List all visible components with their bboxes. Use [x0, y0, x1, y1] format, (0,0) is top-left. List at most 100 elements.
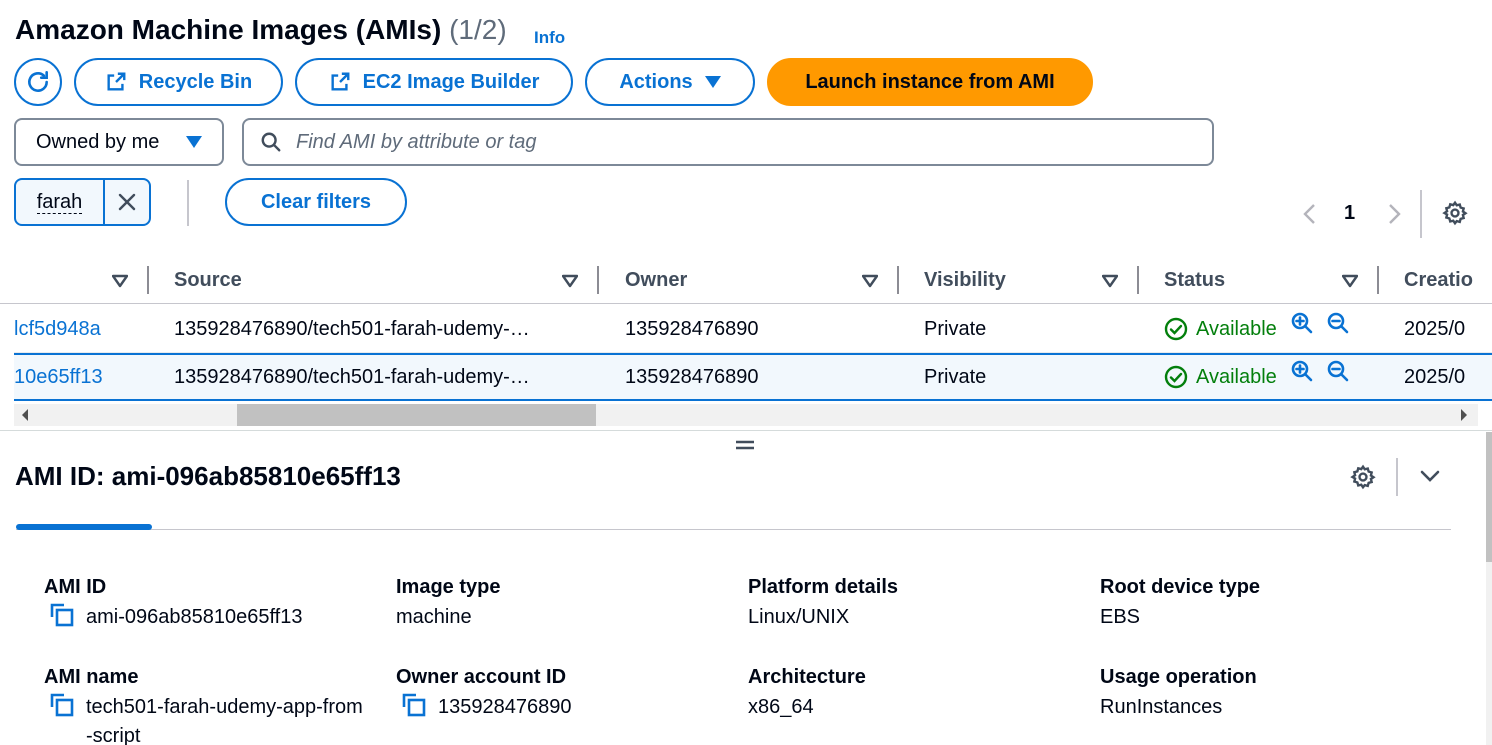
external-link-icon — [107, 72, 126, 91]
search-input[interactable] — [296, 130, 1096, 154]
filter-divider — [187, 180, 189, 226]
ami-name-label: AMI name — [44, 666, 139, 688]
column-header-creation[interactable]: Creatio — [1404, 258, 1473, 302]
launch-instance-button[interactable]: Launch instance from AMI — [767, 58, 1093, 106]
split-panel-preferences-button[interactable] — [1350, 464, 1376, 495]
remove-filter-button[interactable] — [103, 180, 149, 224]
table-preferences-button[interactable] — [1442, 200, 1468, 231]
selection-count: (1/2) — [449, 14, 507, 45]
owner-filter-select[interactable]: Owned by me — [14, 118, 224, 166]
collapse-panel-button[interactable] — [1418, 466, 1442, 491]
zoom-out-icon — [1327, 312, 1349, 334]
ami-id-link[interactable]: lcf5d948a — [14, 305, 101, 353]
caret-down-icon — [704, 76, 721, 88]
scroll-right-arrow-icon[interactable] — [1459, 408, 1469, 422]
split-panel-divider — [0, 430, 1492, 431]
zoom-in-icon — [1291, 360, 1313, 382]
sort-icon[interactable] — [862, 270, 878, 290]
clear-filters-button[interactable]: Clear filters — [225, 178, 407, 226]
architecture-label: Architecture — [748, 666, 866, 688]
column-resizer[interactable] — [1377, 266, 1379, 294]
tabs-underline — [16, 529, 1451, 530]
next-page-button[interactable] — [1384, 202, 1404, 231]
pagination-divider — [1420, 190, 1422, 238]
root-device-type-value: EBS — [1100, 606, 1141, 628]
visibility-cell: Private — [924, 365, 987, 388]
source-cell: 135928476890/tech501-farah-udemy-… — [174, 365, 530, 388]
details-title: AMI ID: ami-096ab85810e65ff13 — [15, 461, 401, 491]
zoom-out-button[interactable] — [1326, 299, 1350, 347]
external-link-icon — [331, 72, 350, 91]
source-cell: 135928476890/tech501-farah-udemy-… — [174, 317, 530, 340]
column-header-visibility[interactable]: Visibility — [924, 258, 1006, 302]
refresh-button[interactable] — [14, 58, 62, 106]
owner-cell: 135928476890 — [625, 365, 759, 388]
status-check-icon — [1164, 365, 1188, 389]
owner-account-id-label: Owner account ID — [396, 666, 567, 688]
status-cell: Available — [1164, 353, 1277, 401]
actions-dropdown[interactable]: Actions — [585, 58, 755, 106]
tab-details-active-indicator[interactable] — [16, 524, 152, 530]
refresh-icon — [28, 70, 48, 92]
column-resizer[interactable] — [1137, 266, 1139, 294]
table-header: Source Owner Visibility Status Creatio — [0, 258, 1492, 304]
horizontal-scrollbar-thumb[interactable] — [237, 404, 596, 426]
ami-id-value: ami-096ab85810e65ff13 — [50, 603, 302, 636]
copy-icon — [50, 693, 74, 717]
current-page[interactable]: 1 — [1344, 202, 1355, 225]
owner-filter-value: Owned by me — [36, 130, 160, 153]
root-device-type-label: Root device type — [1100, 576, 1261, 598]
table-row-selected[interactable]: 10e65ff13 135928476890/tech501-farah-ude… — [14, 353, 1492, 401]
status-cell: Available — [1164, 305, 1277, 353]
platform-details-label: Platform details — [748, 576, 899, 598]
architecture-value: x86_64 — [748, 696, 814, 718]
column-resizer[interactable] — [147, 266, 149, 294]
sort-icon[interactable] — [1102, 270, 1118, 290]
copy-button[interactable] — [402, 693, 426, 726]
ami-id-label: AMI ID — [44, 576, 107, 598]
filter-token-label[interactable]: farah — [16, 180, 103, 224]
ami-id-link[interactable]: 10e65ff13 — [14, 353, 103, 401]
owner-account-id-value: 135928476890 — [402, 693, 571, 726]
column-resizer[interactable] — [897, 266, 899, 294]
status-text: Available — [1196, 365, 1277, 388]
creation-cell: 2025/0 — [1404, 317, 1466, 340]
copy-button[interactable] — [50, 603, 74, 636]
visibility-cell: Private — [924, 317, 987, 340]
settings-icon — [1442, 200, 1468, 226]
horizontal-scrollbar[interactable] — [14, 404, 1478, 426]
previous-page-button[interactable] — [1300, 202, 1320, 231]
zoom-out-button[interactable] — [1326, 347, 1350, 395]
scroll-left-arrow-icon[interactable] — [20, 408, 30, 422]
zoom-out-icon — [1327, 360, 1349, 382]
page-title-text: Amazon Machine Images (AMIs) — [15, 14, 442, 45]
zoom-in-button[interactable] — [1290, 299, 1314, 347]
copy-icon — [402, 693, 426, 717]
zoom-in-icon — [1291, 312, 1313, 334]
zoom-in-button[interactable] — [1290, 347, 1314, 395]
column-header-source[interactable]: Source — [174, 258, 242, 302]
vertical-scrollbar-thumb[interactable] — [1486, 432, 1492, 562]
column-resizer[interactable] — [597, 266, 599, 294]
image-type-value: machine — [396, 606, 472, 628]
column-header-owner[interactable]: Owner — [625, 258, 687, 302]
sort-icon[interactable] — [1342, 270, 1358, 290]
copy-button[interactable] — [50, 693, 74, 726]
recycle-bin-button[interactable]: Recycle Bin — [74, 58, 283, 106]
image-type-label: Image type — [396, 576, 501, 598]
creation-cell: 2025/0 — [1404, 365, 1466, 388]
usage-operation-label: Usage operation — [1100, 666, 1257, 688]
actions-label: Actions — [619, 70, 693, 93]
ec2-image-builder-button[interactable]: EC2 Image Builder — [295, 58, 573, 106]
info-link[interactable]: Info — [534, 28, 565, 48]
drag-handle-icon[interactable] — [735, 437, 755, 453]
table-row[interactable]: lcf5d948a 135928476890/tech501-farah-ude… — [14, 305, 1492, 353]
ami-name-value: tech501-farah-udemy-app-from-script — [50, 693, 366, 745]
search-field[interactable] — [242, 118, 1214, 166]
recycle-bin-label: Recycle Bin — [138, 70, 253, 93]
sort-icon[interactable] — [112, 270, 128, 290]
sort-icon[interactable] — [562, 270, 578, 290]
column-header-status[interactable]: Status — [1164, 258, 1225, 302]
close-icon — [118, 193, 136, 211]
caret-down-icon — [186, 136, 202, 148]
